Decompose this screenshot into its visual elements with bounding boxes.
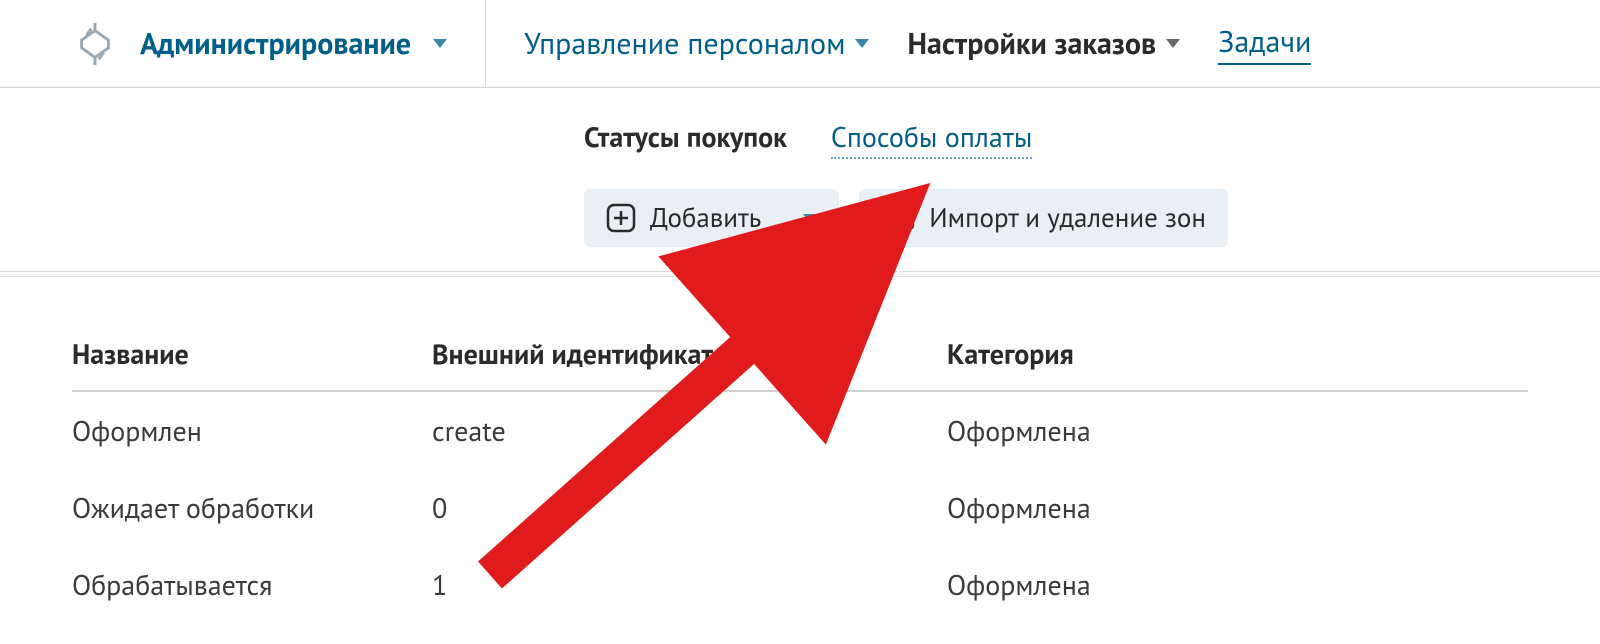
app-logo-icon (72, 21, 118, 67)
chevron-down-icon (803, 214, 817, 223)
cell-category: Оформлена (947, 546, 1528, 623)
col-name[interactable]: Название (72, 335, 432, 391)
cell-ext-id: create (432, 391, 947, 469)
chevron-down-icon (855, 39, 869, 48)
table-row[interactable]: Ожидает обработки 0 Оформлена (72, 469, 1528, 546)
nav-personnel-label: Управление персоналом (524, 24, 845, 63)
cell-name: Оформлен (72, 391, 432, 469)
subtabs: Статусы покупок Способы оплаты (0, 88, 1600, 159)
cell-name: Обрабатывается (72, 546, 432, 623)
cell-category: Оформлена (947, 391, 1528, 469)
nav-orders-label: Настройки заказов (907, 24, 1156, 63)
cell-name: Ожидает обработки (72, 469, 432, 546)
actions-row: Добавить Импорт и удаление зон (0, 159, 1600, 247)
table-header-row: Название Внешний идентификатор Категория (72, 335, 1528, 391)
cell-ext-id: 1 (432, 546, 947, 623)
col-category[interactable]: Категория (947, 335, 1528, 391)
plus-square-icon (606, 203, 636, 233)
top-nav: Администрирование Управление персоналом … (0, 0, 1600, 88)
add-button-label: Добавить (650, 201, 761, 235)
import-button-label: Импорт и удаление зон (929, 201, 1206, 235)
col-ext-id[interactable]: Внешний идентификатор (432, 335, 947, 391)
nav-admin-label: Администрирование (140, 24, 411, 63)
statuses-table-wrap: Название Внешний идентификатор Категория… (0, 277, 1600, 623)
statuses-table: Название Внешний идентификатор Категория… (72, 335, 1528, 623)
chevron-down-icon (433, 39, 447, 48)
table-row[interactable]: Оформлен create Оформлена (72, 391, 1528, 469)
tab-purchase-statuses[interactable]: Статусы покупок (584, 118, 787, 155)
tab-payment-methods[interactable]: Способы оплаты (831, 118, 1033, 159)
import-icon (881, 205, 915, 231)
nav-tasks-label: Задачи (1218, 22, 1311, 65)
nav-tasks-link[interactable]: Задачи (1218, 22, 1311, 65)
nav-admin-dropdown[interactable]: Администрирование (140, 24, 447, 63)
nav-orders-dropdown[interactable]: Настройки заказов (907, 24, 1180, 63)
cell-category: Оформлена (947, 469, 1528, 546)
nav-separator (485, 0, 486, 88)
import-delete-zones-button[interactable]: Импорт и удаление зон (859, 189, 1228, 247)
add-button[interactable]: Добавить (584, 189, 839, 247)
nav-personnel-dropdown[interactable]: Управление персоналом (524, 24, 869, 63)
cell-ext-id: 0 (432, 469, 947, 546)
chevron-down-icon (1166, 39, 1180, 48)
table-row[interactable]: Обрабатывается 1 Оформлена (72, 546, 1528, 623)
